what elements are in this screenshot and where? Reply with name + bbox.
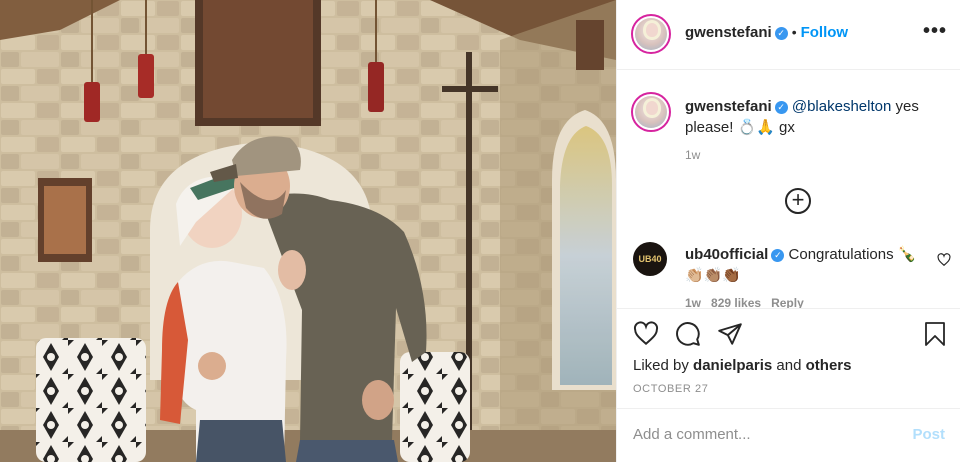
liked-by-others[interactable]: others bbox=[806, 357, 852, 374]
liked-by-middle: and bbox=[772, 357, 806, 374]
liked-by-summary: Liked by danielparis and others bbox=[633, 357, 851, 374]
plus-circle-icon[interactable]: + bbox=[785, 188, 811, 214]
comment-reply-button[interactable]: Reply bbox=[771, 296, 804, 308]
comment-meta: 1w 829 likes Reply bbox=[685, 296, 804, 308]
author-avatar[interactable] bbox=[631, 14, 671, 54]
more-options-icon[interactable]: ••• bbox=[923, 20, 947, 43]
post-image bbox=[0, 0, 616, 462]
post-date[interactable]: OCTOBER 27 bbox=[633, 383, 709, 395]
caption-author-avatar[interactable] bbox=[631, 92, 671, 132]
comments-area[interactable]: gwenstefani ✓ @blakeshelton yes please! 💍… bbox=[617, 70, 960, 308]
verified-badge-icon: ✓ bbox=[774, 27, 788, 40]
caption-username[interactable]: gwenstefani bbox=[685, 98, 772, 115]
comment-username[interactable]: ub40official bbox=[685, 246, 768, 263]
post-sidebar: gwenstefani ✓ • Follow ••• gwenstefani ✓ @bl… bbox=[616, 0, 960, 462]
post-actions: Liked by danielparis and others OCTOBER … bbox=[617, 308, 960, 408]
paper-plane-icon[interactable] bbox=[717, 321, 743, 347]
post-header: gwenstefani ✓ • Follow ••• bbox=[617, 0, 960, 70]
comment-time[interactable]: 1w bbox=[685, 296, 701, 308]
comment-like-heart-icon[interactable] bbox=[937, 253, 951, 267]
comment-bar: Post bbox=[617, 408, 960, 462]
post-comment-button[interactable]: Post bbox=[912, 426, 945, 443]
verified-badge-icon: ✓ bbox=[774, 101, 788, 114]
caption-mention[interactable]: @blakeshelton bbox=[792, 98, 891, 115]
post-photo[interactable] bbox=[0, 0, 616, 462]
author-line: gwenstefani ✓ • Follow bbox=[685, 24, 848, 42]
caption-time[interactable]: 1w bbox=[685, 148, 700, 162]
separator-dot: • bbox=[791, 24, 797, 40]
follow-button[interactable]: Follow bbox=[801, 24, 849, 41]
caption-text: gwenstefani ✓ @blakeshelton yes please! 💍… bbox=[685, 96, 947, 138]
author-username[interactable]: gwenstefani bbox=[685, 24, 772, 41]
verified-badge-icon: ✓ bbox=[771, 249, 785, 262]
liked-by-user[interactable]: danielparis bbox=[693, 357, 772, 374]
commenter-avatar[interactable]: UB40 bbox=[633, 242, 667, 276]
comment-icon[interactable] bbox=[675, 321, 701, 347]
comment-text: ub40official ✓ Congratulations 🍾 👏🏼👏🏽👏🏾 bbox=[685, 244, 931, 286]
liked-by-prefix: Liked by bbox=[633, 357, 694, 374]
comment-likes[interactable]: 829 likes bbox=[711, 296, 761, 308]
comment-input[interactable] bbox=[633, 426, 893, 443]
bookmark-icon[interactable] bbox=[923, 321, 947, 347]
heart-icon[interactable] bbox=[633, 321, 659, 347]
